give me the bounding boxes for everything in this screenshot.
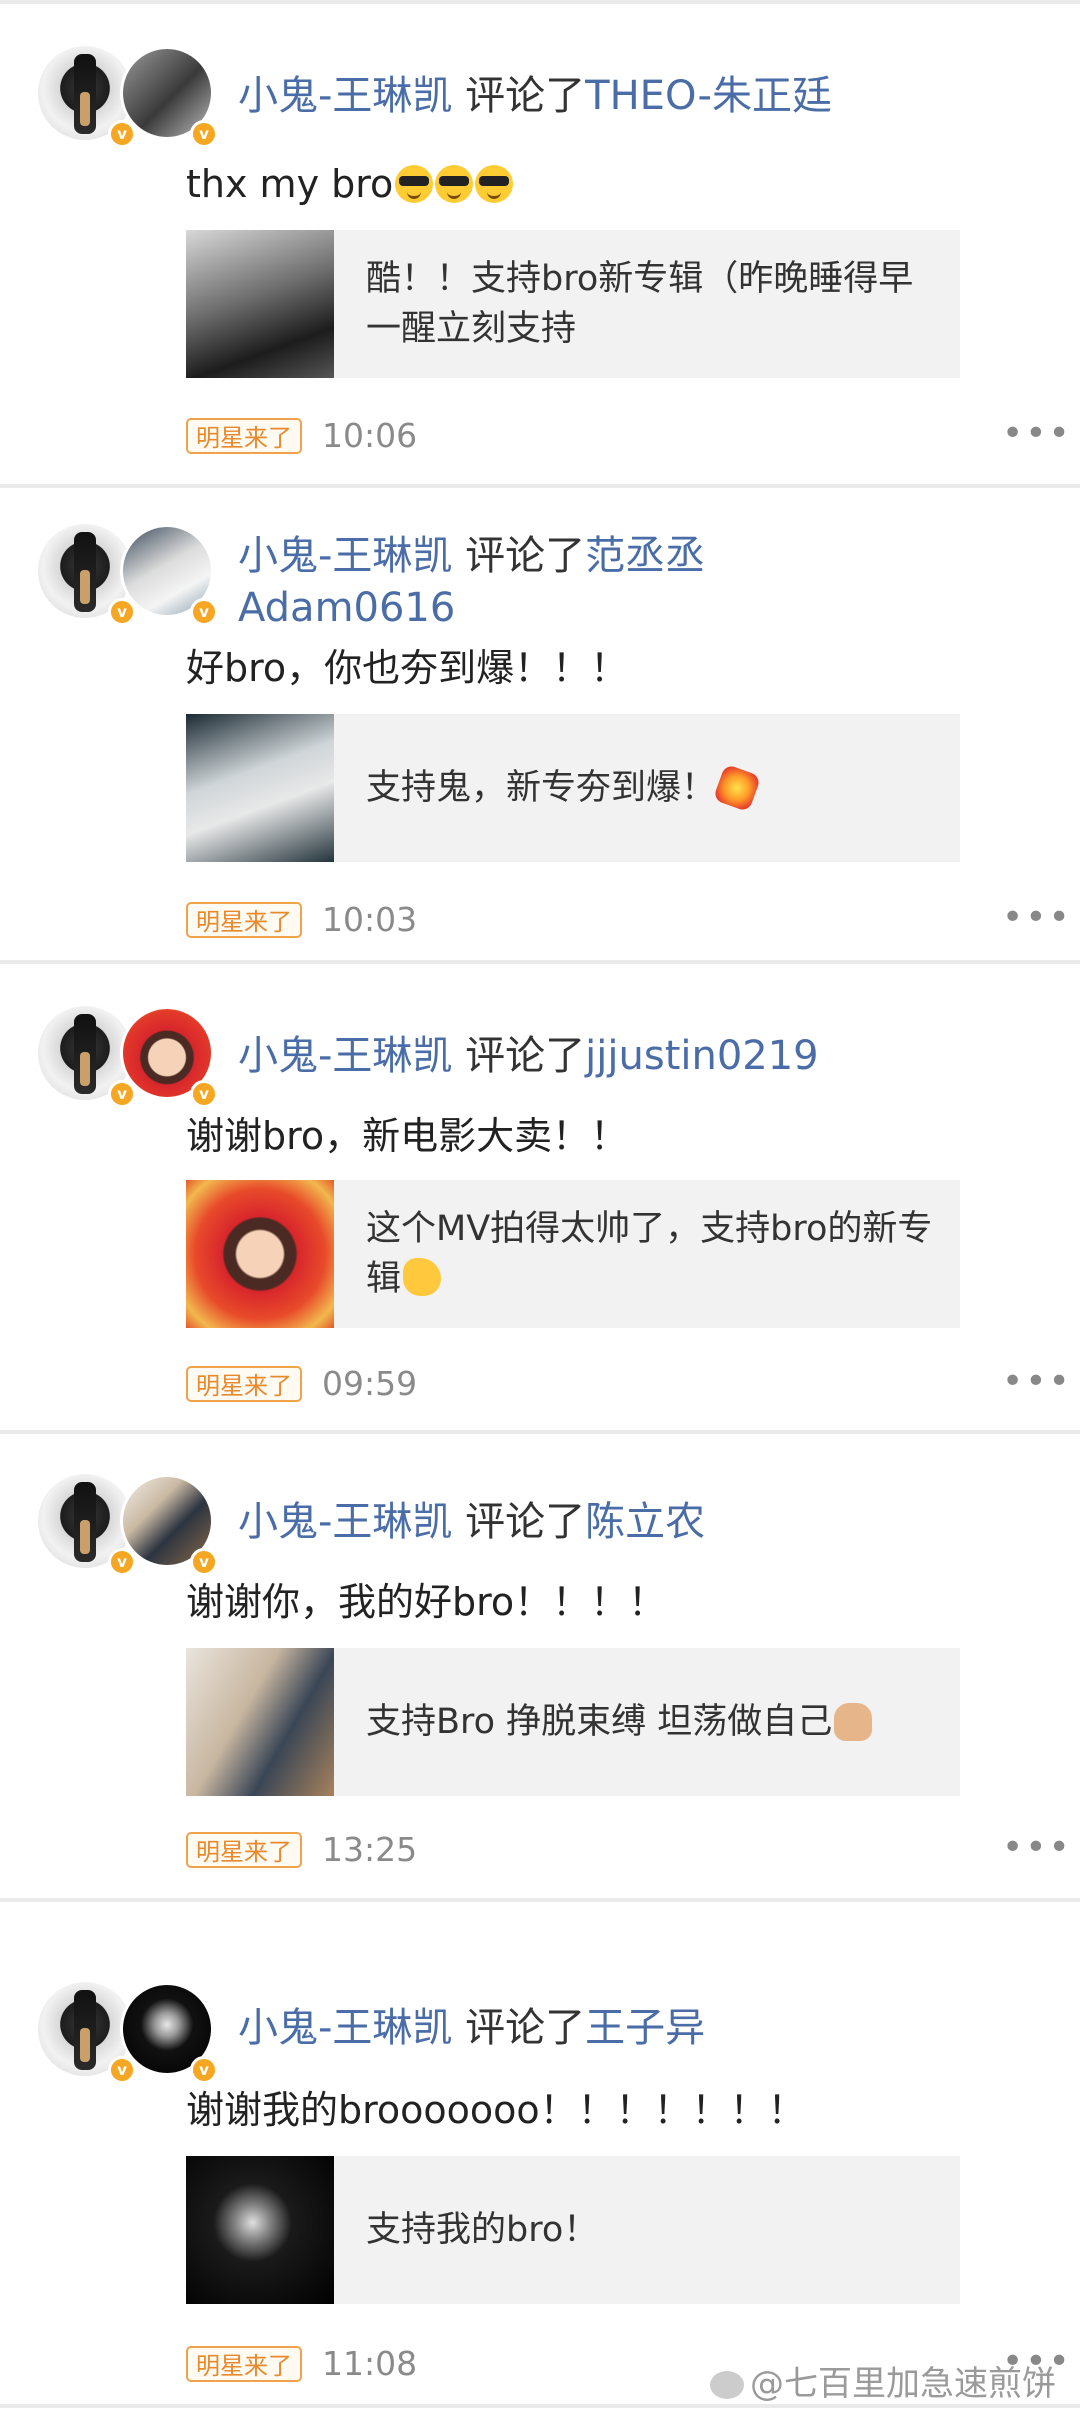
muscle-icon (403, 1258, 442, 1296)
verified-badge-icon: v (190, 120, 218, 148)
action-verb: 评论了 (465, 1033, 586, 1079)
commenter-name[interactable]: 小鬼-王琳凯 (238, 2005, 452, 2051)
target-name[interactable]: jjjustin0219 (585, 1033, 818, 1079)
verified-badge-icon: v (190, 598, 218, 626)
more-icon[interactable]: ••• (1002, 414, 1072, 454)
action-verb: 评论了 (465, 73, 586, 119)
timestamp: 10:06 (322, 416, 418, 455)
verified-badge-icon: v (190, 2056, 218, 2084)
comment-card[interactable]: v v 小鬼-王琳凯 评论了陈立农 谢谢你，我的好bro！！！！ 支持Bro 挣… (0, 1434, 1080, 1898)
action-verb: 评论了 (465, 2005, 586, 2051)
comment-card[interactable]: v v 小鬼-王琳凯 评论了jjjustin0219 谢谢bro，新电影大卖！！… (0, 964, 1080, 1434)
cool-icon (395, 165, 434, 203)
star-badge: 明星来了 (186, 902, 302, 938)
comment-text: 谢谢我的brooooooo！！！！！！！ (186, 2088, 806, 2132)
comment-text: 谢谢你，我的好bro！！！！ (186, 1580, 667, 1624)
action-verb: 评论了 (465, 533, 586, 579)
comment-text: 好bro，你也夯到爆！！！ (186, 646, 629, 690)
quoted-post[interactable]: 支持Bro 挣脱束缚 坦荡做自己 (186, 1648, 960, 1796)
quoted-post-text: 这个MV拍得太帅了，支持bro的新专辑 (366, 1209, 933, 1299)
comment-text: thx my bro (186, 160, 514, 208)
quoted-post-thumbnail (186, 1180, 334, 1328)
commenter-name[interactable]: 小鬼-王琳凯 (238, 533, 452, 579)
quoted-post[interactable]: 酷！！支持bro新专辑（昨晚睡得早 一醒立刻支持 (186, 230, 960, 378)
verified-badge-icon: v (190, 1548, 218, 1576)
comment-card[interactable]: v v 小鬼-王琳凯 评论了王子异 谢谢我的brooooooo！！！！！！！ 支… (0, 1902, 1080, 2402)
comment-header: 小鬼-王琳凯 评论了THEO-朱正廷 (238, 70, 1038, 122)
comment-header: 小鬼-王琳凯 评论了王子异 (238, 2002, 1038, 2054)
boom-icon (712, 763, 762, 813)
comment-card[interactable]: v v 小鬼-王琳凯 评论了THEO-朱正廷 thx my bro 酷！！支持b… (0, 0, 1080, 484)
target-name[interactable]: THEO-朱正廷 (585, 73, 832, 119)
action-verb: 评论了 (465, 1499, 586, 1545)
quoted-post[interactable]: 这个MV拍得太帅了，支持bro的新专辑 (186, 1180, 960, 1328)
quoted-post-text: 支持Bro 挣脱束缚 坦荡做自己 (366, 1648, 936, 1796)
quoted-post-thumbnail (186, 1648, 334, 1796)
thumbs-up-icon (834, 1703, 873, 1741)
divider (0, 2404, 1080, 2408)
comment-header: 小鬼-王琳凯 评论了陈立农 (238, 1496, 1038, 1548)
star-badge: 明星来了 (186, 1832, 302, 1868)
quoted-post[interactable]: 支持我的bro！ (186, 2156, 960, 2304)
target-name-line2[interactable]: Adam0616 (238, 585, 455, 631)
verified-badge-icon: v (190, 1080, 218, 1108)
comment-text: 谢谢bro，新电影大卖！！ (186, 1114, 629, 1158)
target-name[interactable]: 陈立农 (585, 1499, 705, 1545)
star-badge: 明星来了 (186, 418, 302, 454)
watermark: @七百里加急速煎饼 (710, 2364, 1056, 2404)
cool-icon (435, 165, 474, 203)
quoted-post-thumbnail (186, 2156, 334, 2304)
more-icon[interactable]: ••• (1002, 1362, 1072, 1402)
target-name[interactable]: 范丞丞 (585, 533, 705, 579)
target-name[interactable]: 王子异 (585, 2005, 705, 2051)
cool-icon (475, 165, 514, 203)
commenter-name[interactable]: 小鬼-王琳凯 (238, 1499, 452, 1545)
star-badge: 明星来了 (186, 1366, 302, 1402)
more-icon[interactable]: ••• (1002, 898, 1072, 938)
quoted-post-text: 支持我的bro！ (366, 2210, 599, 2250)
timestamp: 11:08 (322, 2344, 418, 2383)
weibo-logo-icon (710, 2371, 744, 2399)
timestamp: 09:59 (322, 1364, 418, 1403)
comment-header: 小鬼-王琳凯 评论了范丞丞 Adam0616 (238, 530, 1038, 634)
quoted-post-text: 酷！！支持bro新专辑（昨晚睡得早 一醒立刻支持 (366, 259, 914, 349)
timestamp: 13:25 (322, 1830, 418, 1869)
star-badge: 明星来了 (186, 2346, 302, 2382)
quoted-post[interactable]: 支持鬼，新专夯到爆！ (186, 714, 960, 862)
timestamp: 10:03 (322, 900, 418, 939)
quoted-post-thumbnail (186, 230, 334, 378)
more-icon[interactable]: ••• (1002, 1828, 1072, 1868)
quoted-post-thumbnail (186, 714, 334, 862)
commenter-name[interactable]: 小鬼-王琳凯 (238, 73, 452, 119)
commenter-name[interactable]: 小鬼-王琳凯 (238, 1033, 452, 1079)
comment-feed: v v 小鬼-王琳凯 评论了THEO-朱正廷 thx my bro 酷！！支持b… (0, 0, 1080, 2430)
comment-header: 小鬼-王琳凯 评论了jjjustin0219 (238, 1030, 1038, 1082)
comment-card[interactable]: v v 小鬼-王琳凯 评论了范丞丞 Adam0616 好bro，你也夯到爆！！！ … (0, 488, 1080, 972)
quoted-post-text: 支持鬼，新专夯到爆！ (366, 714, 936, 862)
